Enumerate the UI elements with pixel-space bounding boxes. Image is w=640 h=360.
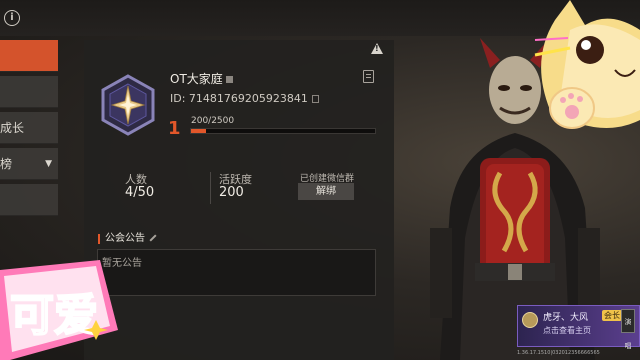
edit-icon[interactable] — [225, 76, 233, 83]
guild-id: ID: 71481769205923841 — [170, 92, 319, 105]
profile-name: 虎牙、大风 — [543, 313, 589, 323]
info-icon[interactable]: i — [4, 10, 20, 26]
exp-progress-fill — [191, 129, 206, 133]
announcement-title: 公会公告 — [98, 234, 157, 244]
notes-icon[interactable] — [363, 70, 374, 83]
guild-emblem-icon — [101, 74, 155, 136]
cat-decoration — [534, 0, 640, 129]
sidebar-item-ranking[interactable]: 榜 ▼ — [0, 148, 58, 180]
version-text: 1.36.17.1510|032012356666565 — [517, 350, 600, 356]
guild-name-text: OT大家庭 — [170, 72, 223, 86]
sidebar-item-2[interactable] — [0, 76, 58, 108]
sidebar-item-growth[interactable]: 成长 — [0, 112, 58, 144]
role-badge: 会长 — [602, 310, 622, 321]
pencil-icon[interactable] — [149, 234, 157, 242]
guild-name: OT大家庭 — [170, 70, 233, 87]
warning-icon[interactable] — [371, 43, 383, 54]
guild-level: 1 — [168, 118, 181, 139]
profile-subtitle: 点击查看主页 — [543, 326, 591, 335]
members-value: 4/50 — [125, 185, 155, 200]
announcement-title-text: 公会公告 — [105, 233, 145, 244]
copy-icon[interactable] — [311, 95, 319, 103]
exp-progress-bar — [190, 128, 376, 134]
rank-badge-icon — [522, 312, 538, 328]
streamer-profile-card[interactable]: 虎牙、大风 会长 点击查看主页 演唱 — [517, 305, 640, 350]
sidebar-item-label: 榜 — [0, 157, 13, 171]
unbind-button[interactable]: 解绑 — [298, 183, 354, 200]
sidebar-item-label: 成长 — [0, 121, 25, 135]
profile-action-button[interactable]: 演唱 — [621, 309, 635, 350]
sidebar-item-5[interactable] — [0, 184, 58, 216]
cute-sticker: 可爱 — [0, 260, 118, 360]
sticker-text: 可爱 — [10, 291, 98, 340]
announcement-box[interactable]: 暂无公告 — [97, 249, 376, 296]
dropdown-arrow-icon: ▼ — [45, 159, 52, 169]
exp-text: 200/2500 — [191, 116, 235, 126]
activity-value: 200 — [219, 185, 244, 200]
sidebar-item-1[interactable] — [0, 40, 58, 72]
divider — [210, 172, 211, 204]
guild-id-text: ID: 71481769205923841 — [170, 92, 308, 105]
